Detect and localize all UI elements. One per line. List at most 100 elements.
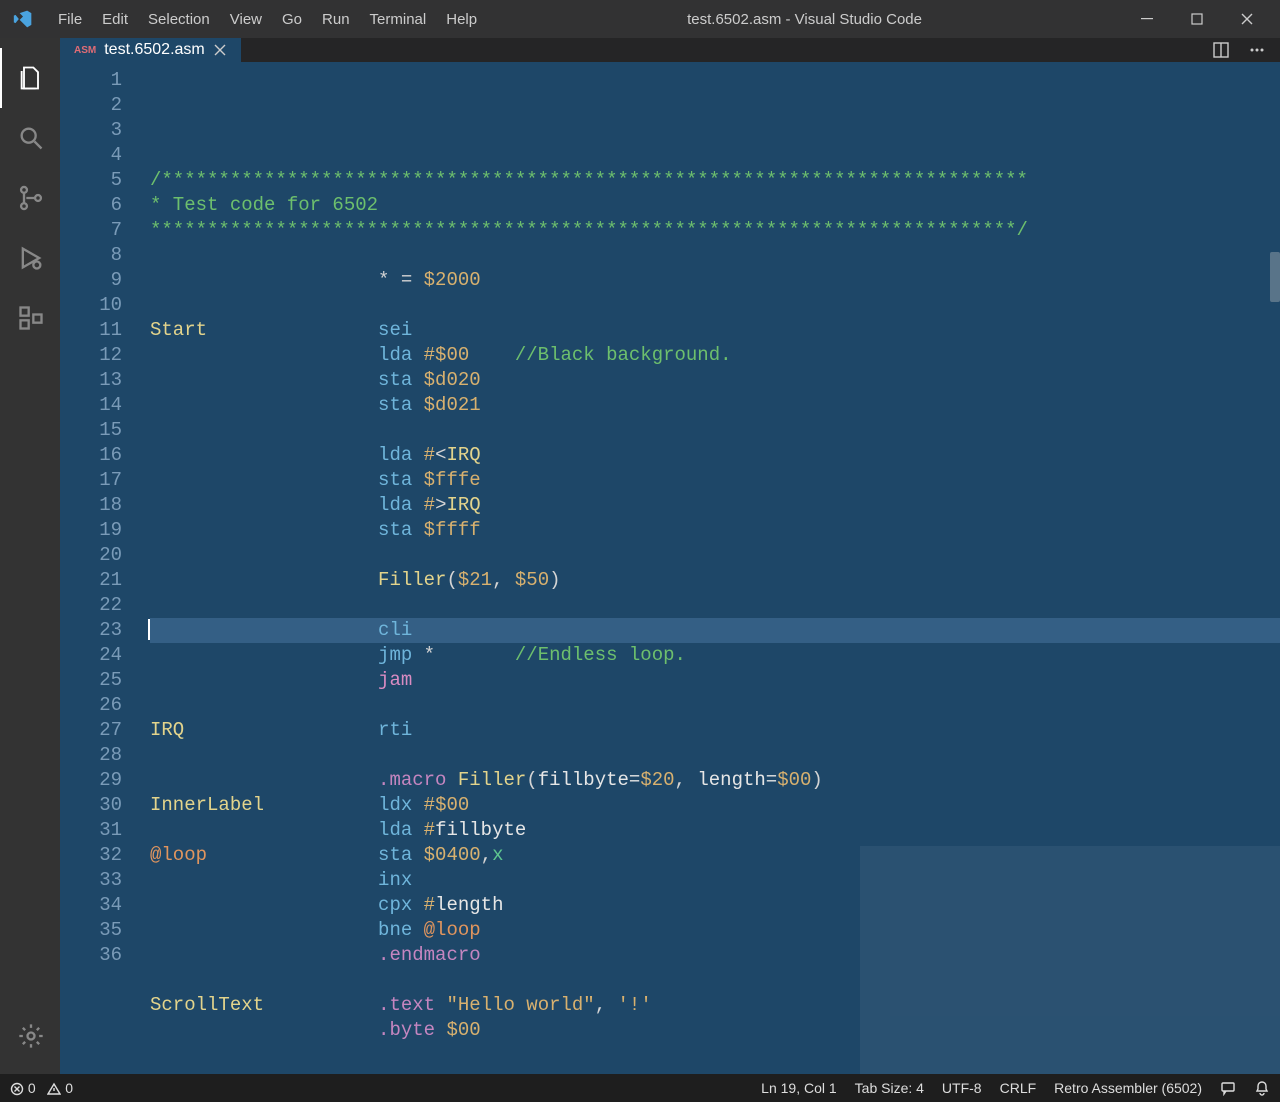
line-number: 3 — [60, 118, 122, 143]
code-line[interactable]: lda #>IRQ — [150, 493, 1280, 518]
code-line[interactable]: jmp * //Endless loop. — [150, 643, 1280, 668]
tab-test-asm[interactable]: ASM test.6502.asm — [60, 38, 242, 62]
code-line[interactable]: sta $ffff — [150, 518, 1280, 543]
line-number-gutter: 1234567891011121314151617181920212223242… — [60, 62, 140, 1074]
text-editor[interactable]: 1234567891011121314151617181920212223242… — [60, 62, 1280, 1074]
maximize-button[interactable] — [1172, 0, 1222, 38]
code-line[interactable] — [150, 1043, 1280, 1068]
editor-actions — [1212, 38, 1280, 62]
source-control-icon[interactable] — [0, 168, 60, 228]
code-line[interactable]: cpx #length — [150, 893, 1280, 918]
code-line[interactable]: sta $fffe — [150, 468, 1280, 493]
line-number: 7 — [60, 218, 122, 243]
error-count: 0 — [28, 1080, 36, 1096]
close-button[interactable] — [1222, 0, 1272, 38]
feedback-icon[interactable] — [1220, 1080, 1236, 1096]
status-bar: 0 0 Ln 19, Col 1 Tab Size: 4 UTF-8 CRLF … — [0, 1074, 1280, 1102]
menu-selection[interactable]: Selection — [138, 5, 220, 34]
extensions-icon[interactable] — [0, 288, 60, 348]
tab-strip: ASM test.6502.asm — [60, 38, 1280, 62]
line-number: 26 — [60, 693, 122, 718]
split-editor-icon[interactable] — [1212, 41, 1230, 59]
code-area[interactable]: /***************************************… — [140, 62, 1280, 1074]
menu-view[interactable]: View — [220, 5, 272, 34]
titlebar: File Edit Selection View Go Run Terminal… — [0, 0, 1280, 38]
code-line[interactable] — [150, 418, 1280, 443]
line-number: 21 — [60, 568, 122, 593]
code-line[interactable]: /***************************************… — [150, 168, 1280, 193]
code-line[interactable]: lda #fillbyte — [150, 818, 1280, 843]
line-number: 36 — [60, 943, 122, 968]
code-line[interactable]: InnerLabel ldx #$00 — [150, 793, 1280, 818]
line-number: 25 — [60, 668, 122, 693]
minimize-button[interactable] — [1122, 0, 1172, 38]
line-number: 28 — [60, 743, 122, 768]
code-line[interactable]: .macro Filler(fillbyte=$20, length=$00) — [150, 768, 1280, 793]
code-line[interactable]: @loop sta $0400,x — [150, 843, 1280, 868]
line-number: 8 — [60, 243, 122, 268]
line-number: 34 — [60, 893, 122, 918]
line-number: 16 — [60, 443, 122, 468]
line-number: 35 — [60, 918, 122, 943]
encoding[interactable]: UTF-8 — [942, 1080, 982, 1096]
cursor-position[interactable]: Ln 19, Col 1 — [761, 1080, 837, 1096]
code-line[interactable] — [150, 693, 1280, 718]
menu-go[interactable]: Go — [272, 5, 312, 34]
code-line[interactable] — [150, 293, 1280, 318]
tab-size[interactable]: Tab Size: 4 — [855, 1080, 924, 1096]
line-number: 18 — [60, 493, 122, 518]
code-line[interactable]: inx — [150, 868, 1280, 893]
text-cursor — [148, 619, 150, 640]
line-number: 27 — [60, 718, 122, 743]
code-line[interactable]: ****************************************… — [150, 218, 1280, 243]
menu-help[interactable]: Help — [436, 5, 487, 34]
line-number: 12 — [60, 343, 122, 368]
line-number: 17 — [60, 468, 122, 493]
close-icon[interactable] — [213, 43, 227, 57]
code-line[interactable]: Filler($21, $50) — [150, 568, 1280, 593]
code-line[interactable]: lda #$00 //Black background. — [150, 343, 1280, 368]
window-title: test.6502.asm - Visual Studio Code — [487, 11, 1122, 28]
asm-file-icon: ASM — [74, 45, 96, 56]
line-number: 32 — [60, 843, 122, 868]
vscode-logo-icon — [8, 9, 38, 29]
warning-count: 0 — [65, 1080, 73, 1096]
search-icon[interactable] — [0, 108, 60, 168]
problems-status[interactable]: 0 0 — [10, 1080, 73, 1096]
line-number: 20 — [60, 543, 122, 568]
code-line[interactable]: IRQ rti — [150, 718, 1280, 743]
code-line[interactable] — [150, 968, 1280, 993]
menu-terminal[interactable]: Terminal — [360, 5, 437, 34]
code-line[interactable]: * Test code for 6502 — [150, 193, 1280, 218]
code-line[interactable] — [150, 743, 1280, 768]
menubar: File Edit Selection View Go Run Terminal… — [48, 5, 487, 34]
menu-edit[interactable]: Edit — [92, 5, 138, 34]
code-line[interactable]: .endmacro — [150, 943, 1280, 968]
code-line[interactable] — [150, 593, 1280, 618]
menu-file[interactable]: File — [48, 5, 92, 34]
code-line[interactable]: * = $2000 — [150, 268, 1280, 293]
menu-run[interactable]: Run — [312, 5, 360, 34]
code-line[interactable] — [150, 243, 1280, 268]
code-line[interactable]: ScrollText .text "Hello world", '!' — [150, 993, 1280, 1018]
settings-gear-icon[interactable] — [0, 1006, 60, 1066]
bell-icon[interactable] — [1254, 1080, 1270, 1096]
editor-group: ASM test.6502.asm 1234567891011121314151… — [60, 38, 1280, 1074]
language-mode[interactable]: Retro Assembler (6502) — [1054, 1080, 1202, 1096]
explorer-icon[interactable] — [0, 48, 60, 108]
code-line[interactable]: .byte $00 — [150, 1018, 1280, 1043]
code-line[interactable]: lda #<IRQ — [150, 443, 1280, 468]
code-line[interactable] — [150, 543, 1280, 568]
code-line[interactable]: sta $d020 — [150, 368, 1280, 393]
eol[interactable]: CRLF — [1000, 1080, 1037, 1096]
line-number: 13 — [60, 368, 122, 393]
run-debug-icon[interactable] — [0, 228, 60, 288]
line-number: 29 — [60, 768, 122, 793]
code-line[interactable]: jam — [150, 668, 1280, 693]
code-line[interactable]: bne @loop — [150, 918, 1280, 943]
window-controls — [1122, 0, 1272, 38]
code-line[interactable]: cli — [150, 618, 1280, 643]
code-line[interactable]: Start sei — [150, 318, 1280, 343]
more-actions-icon[interactable] — [1248, 41, 1266, 59]
code-line[interactable]: sta $d021 — [150, 393, 1280, 418]
